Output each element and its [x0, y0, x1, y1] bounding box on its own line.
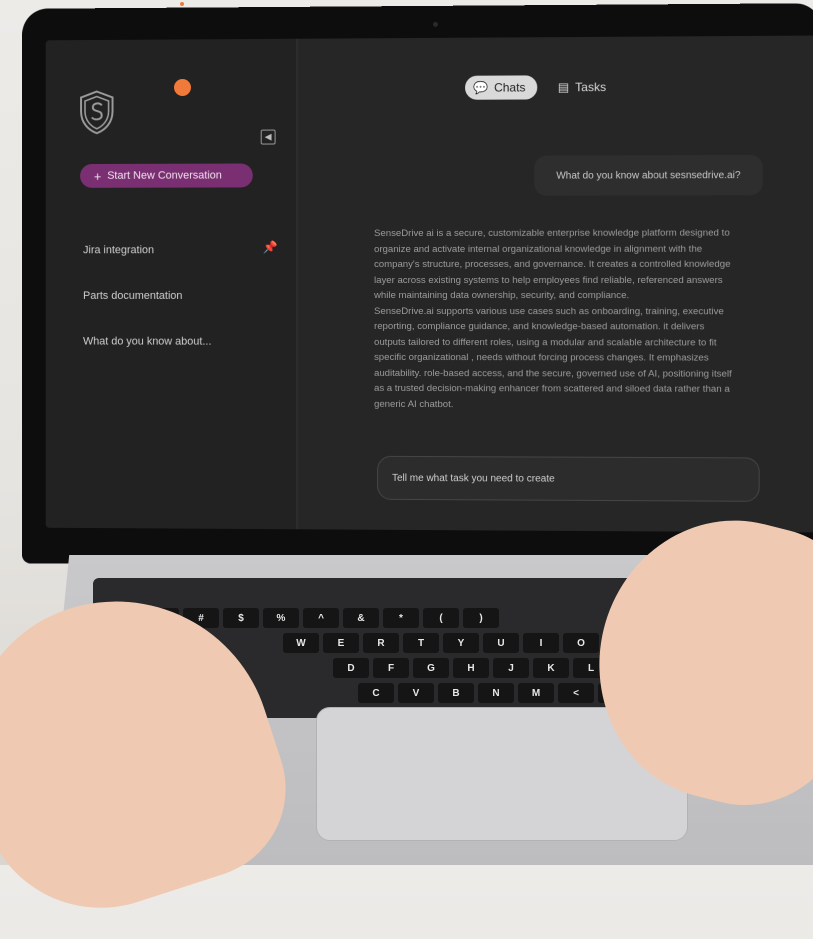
key[interactable]: E	[323, 633, 359, 653]
key[interactable]: T	[403, 633, 439, 653]
tab-chats[interactable]: 💬 Chats	[465, 75, 538, 100]
view-tabs: 💬 Chats ▤ Tasks	[465, 75, 606, 100]
pin-icon[interactable]: 📌	[263, 240, 278, 254]
app-screen: ◀ + Start New Conversation Jira integrat…	[45, 35, 813, 533]
user-message-bubble: What do you know about sesnsedrive.ai?	[534, 154, 763, 196]
conversation-item-jira[interactable]: Jira integration	[83, 244, 154, 256]
chat-input[interactable]: Tell me what task you need to create	[377, 455, 760, 502]
chat-icon: 💬	[473, 80, 489, 95]
key[interactable]: &	[343, 608, 379, 628]
conversation-item-label: What do you know about...	[83, 335, 212, 348]
key[interactable]: $	[223, 608, 259, 628]
key[interactable]: W	[283, 633, 319, 653]
key[interactable]: ^	[303, 608, 339, 628]
tab-label: Chats	[494, 80, 526, 95]
answer-paragraph: SenseDrive.ai supports various use cases…	[374, 305, 732, 410]
start-new-conversation-button[interactable]: + Start New Conversation	[80, 163, 253, 188]
key[interactable]: F	[373, 658, 409, 678]
key[interactable]: *	[383, 608, 419, 628]
key[interactable]: J	[493, 658, 529, 678]
key[interactable]: U	[483, 633, 519, 653]
shield-logo-icon	[78, 89, 115, 135]
key[interactable]: <	[558, 683, 594, 703]
key[interactable]: K	[533, 658, 569, 678]
plus-icon: +	[93, 168, 102, 184]
key[interactable]: O	[563, 633, 599, 653]
answer-paragraph: SenseDrive ai is a secure, customizable …	[374, 227, 731, 302]
conversation-item-label: Jira integration	[83, 244, 155, 257]
key[interactable]: B	[438, 683, 474, 703]
key[interactable]: D	[333, 658, 369, 678]
key[interactable]: (	[423, 608, 459, 628]
conversation-item-label: Parts documentation	[83, 289, 183, 302]
start-new-conversation-label: Start New Conversation	[107, 169, 222, 182]
collapse-sidebar-icon[interactable]: ◀	[260, 129, 276, 145]
key[interactable]: N	[478, 683, 514, 703]
key[interactable]: G	[413, 658, 449, 678]
indicator-dot	[174, 79, 191, 96]
key[interactable]: M	[518, 683, 554, 703]
laptop-lid: ◀ + Start New Conversation Jira integrat…	[22, 3, 813, 569]
key[interactable]: R	[363, 633, 399, 653]
webcam	[432, 21, 438, 27]
key[interactable]: I	[523, 633, 559, 653]
tab-label: Tasks	[575, 80, 607, 95]
tasks-icon: ▤	[557, 80, 570, 95]
key[interactable]: H	[453, 658, 489, 678]
sidebar: ◀ + Start New Conversation Jira integrat…	[45, 38, 298, 530]
assistant-answer: SenseDrive ai is a secure, customizable …	[374, 226, 736, 413]
key[interactable]: %	[263, 608, 299, 628]
chat-main: 💬 Chats ▤ Tasks What do you know about s…	[297, 36, 813, 533]
tab-tasks[interactable]: ▤ Tasks	[558, 75, 606, 99]
key[interactable]: )	[463, 608, 499, 628]
key[interactable]: V	[398, 683, 434, 703]
conversation-item-parts[interactable]: Parts documentation	[83, 290, 182, 302]
conversation-item-what-do-you-know[interactable]: What do you know about...	[83, 336, 211, 348]
key[interactable]: Y	[443, 633, 479, 653]
key[interactable]: C	[358, 683, 394, 703]
